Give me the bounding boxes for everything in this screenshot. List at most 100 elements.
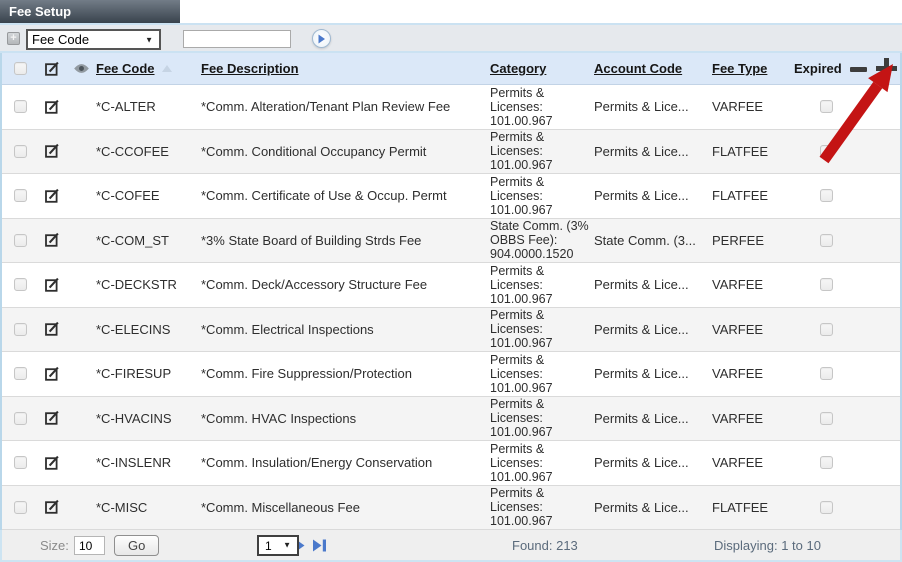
table-row: *C-ELECINS *Comm. Electrical Inspections… <box>2 308 900 353</box>
add-column-icon[interactable] <box>876 58 897 79</box>
add-filter-icon[interactable]: + <box>7 32 20 45</box>
row-checkbox[interactable] <box>14 145 27 158</box>
fee-code-cell: *C-MISC <box>96 486 201 530</box>
edit-icon[interactable] <box>44 499 60 515</box>
expired-checkbox <box>820 234 833 247</box>
sort-ascending-icon <box>162 65 172 72</box>
remove-column-icon[interactable] <box>850 67 867 72</box>
displaying-range: Displaying: 1 to 10 <box>714 530 821 560</box>
account-code-cell: Permits & Lice... <box>594 263 712 307</box>
account-code-cell: Permits & Lice... <box>594 441 712 485</box>
fee-type-cell: VARFEE <box>712 397 794 441</box>
fee-description-cell: *Comm. Conditional Occupancy Permit <box>201 130 490 174</box>
page-size-input[interactable] <box>74 536 105 555</box>
fee-code-cell: *C-FIRESUP <box>96 352 201 396</box>
row-checkbox[interactable] <box>14 189 27 202</box>
edit-icon[interactable] <box>44 366 60 382</box>
category-cell: Permits & Licenses: 101.00.967 <box>490 263 594 307</box>
edit-icon[interactable] <box>44 321 60 337</box>
row-checkbox[interactable] <box>14 501 27 514</box>
fee-table: Fee Code Fee Description Category Accoun… <box>0 53 902 532</box>
category-cell: Permits & Licenses: 101.00.967 <box>490 352 594 396</box>
fee-code-cell: *C-COFEE <box>96 174 201 218</box>
table-row: *C-HVACINS *Comm. HVAC Inspections Permi… <box>2 397 900 442</box>
expired-cell <box>794 130 900 174</box>
expired-cell <box>794 85 900 129</box>
table-footer: Size: Go 1 ▼ Fo <box>0 530 902 562</box>
expired-cell <box>794 441 900 485</box>
category-cell: Permits & Licenses: 101.00.967 <box>490 308 594 352</box>
search-input[interactable] <box>183 30 291 48</box>
fee-code-cell: *C-HVACINS <box>96 397 201 441</box>
row-checkbox[interactable] <box>14 234 27 247</box>
play-icon <box>317 34 326 44</box>
account-code-cell: Permits & Lice... <box>594 130 712 174</box>
go-button[interactable]: Go <box>114 535 159 556</box>
edit-icon[interactable] <box>44 277 60 293</box>
search-toolbar: + Fee Code ▼ <box>0 23 902 53</box>
table-row: *C-FIRESUP *Comm. Fire Suppression/Prote… <box>2 352 900 397</box>
run-search-button[interactable] <box>312 29 331 48</box>
edit-icon[interactable] <box>44 99 60 115</box>
account-code-cell: Permits & Lice... <box>594 85 712 129</box>
expired-cell <box>794 397 900 441</box>
edit-icon[interactable] <box>44 61 60 77</box>
row-checkbox[interactable] <box>14 100 27 113</box>
expired-checkbox <box>820 323 833 336</box>
edit-icon[interactable] <box>44 455 60 471</box>
table-header-row: Fee Code Fee Description Category Accoun… <box>2 53 900 85</box>
edit-icon[interactable] <box>44 188 60 204</box>
fee-type-cell: VARFEE <box>712 308 794 352</box>
found-count: Found: 213 <box>512 530 578 560</box>
select-all-checkbox[interactable] <box>14 62 27 75</box>
fee-type-cell: FLATFEE <box>712 174 794 218</box>
column-header-expired: Expired <box>794 53 900 84</box>
fee-setup-page: Fee Setup + Fee Code ▼ <box>0 0 902 562</box>
eye-icon[interactable] <box>73 63 90 74</box>
category-cell: Permits & Licenses: 101.00.967 <box>490 130 594 174</box>
fee-code-cell: *C-CCOFEE <box>96 130 201 174</box>
row-checkbox[interactable] <box>14 456 27 469</box>
expired-checkbox <box>820 100 833 113</box>
fee-description-cell: *Comm. Deck/Accessory Structure Fee <box>201 263 490 307</box>
fee-type-cell: PERFEE <box>712 219 794 263</box>
expired-checkbox <box>820 412 833 425</box>
fee-code-cell: *C-ELECINS <box>96 308 201 352</box>
last-page-icon[interactable] <box>312 539 327 552</box>
expired-cell <box>794 263 900 307</box>
fee-code-cell: *C-DECKSTR <box>96 263 201 307</box>
filter-field-select-wrap: Fee Code ▼ <box>26 29 161 50</box>
row-checkbox[interactable] <box>14 367 27 380</box>
row-checkbox[interactable] <box>14 323 27 336</box>
expired-cell <box>794 174 900 218</box>
fee-description-cell: *Comm. Fire Suppression/Protection <box>201 352 490 396</box>
account-code-cell: Permits & Lice... <box>594 352 712 396</box>
fee-description-cell: *Comm. Alteration/Tenant Plan Review Fee <box>201 85 490 129</box>
account-code-cell: Permits & Lice... <box>594 174 712 218</box>
fee-type-cell: VARFEE <box>712 352 794 396</box>
row-checkbox[interactable] <box>14 412 27 425</box>
filter-field-select[interactable]: Fee Code <box>28 31 159 48</box>
edit-icon[interactable] <box>44 143 60 159</box>
expired-checkbox <box>820 278 833 291</box>
category-cell: Permits & Licenses: 101.00.967 <box>490 486 594 530</box>
page-select-wrap: 1 ▼ <box>257 535 299 556</box>
column-header-fee-code[interactable]: Fee Code <box>96 53 201 84</box>
fee-type-cell: FLATFEE <box>712 130 794 174</box>
edit-icon[interactable] <box>44 410 60 426</box>
row-checkbox[interactable] <box>14 278 27 291</box>
column-header-fee-description[interactable]: Fee Description <box>201 53 490 84</box>
expired-checkbox <box>820 456 833 469</box>
edit-icon[interactable] <box>44 232 60 248</box>
table-row: *C-CCOFEE *Comm. Conditional Occupancy P… <box>2 130 900 175</box>
category-cell: State Comm. (3% OBBS Fee): 904.0000.1520 <box>490 219 594 263</box>
table-row: *C-MISC *Comm. Miscellaneous Fee Permits… <box>2 486 900 531</box>
fee-description-cell: *Comm. Electrical Inspections <box>201 308 490 352</box>
column-header-account-code[interactable]: Account Code <box>594 53 712 84</box>
fee-description-cell: *Comm. Certificate of Use & Occup. Permt <box>201 174 490 218</box>
column-header-fee-type[interactable]: Fee Type <box>712 53 794 84</box>
column-header-category[interactable]: Category <box>490 53 594 84</box>
page-title: Fee Setup <box>9 4 71 19</box>
fee-code-cell: *C-INSLENR <box>96 441 201 485</box>
page-select[interactable]: 1 <box>259 537 297 554</box>
